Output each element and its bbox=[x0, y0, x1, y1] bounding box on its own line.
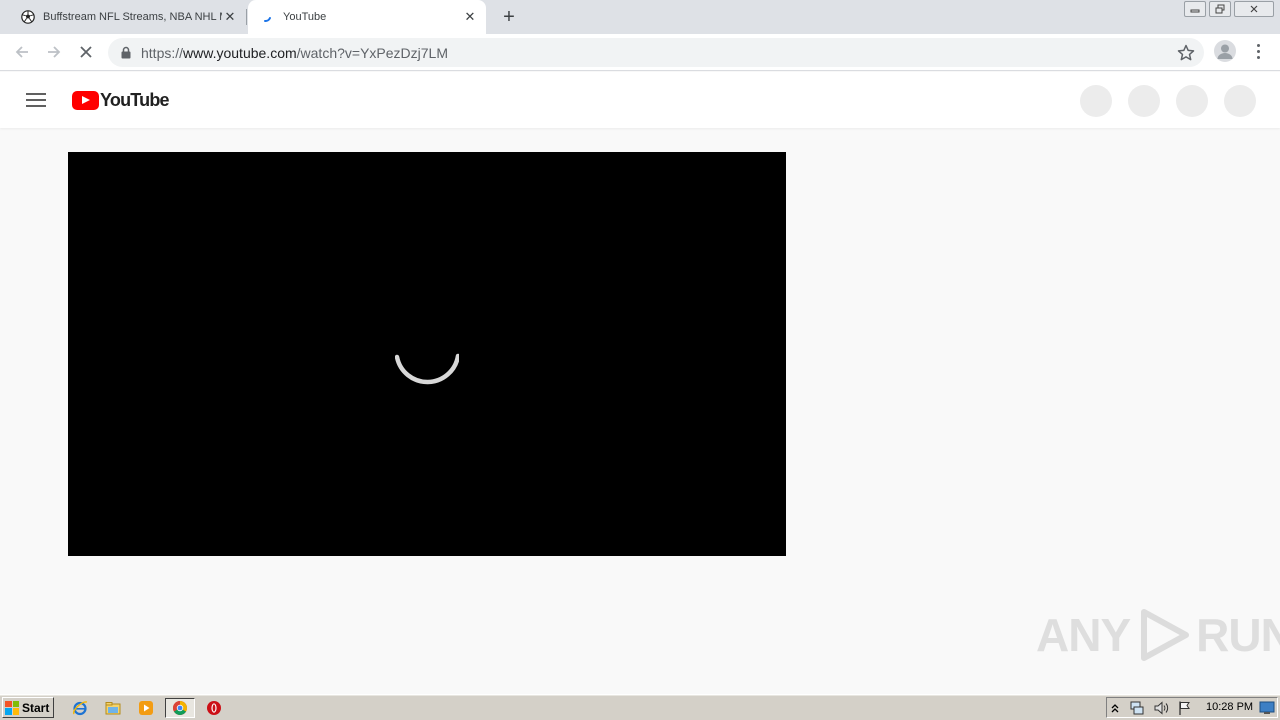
restore-window-button[interactable] bbox=[1209, 1, 1231, 17]
bookmark-star-icon[interactable] bbox=[1176, 43, 1196, 63]
address-bar[interactable]: https://www.youtube.com/watch?v=YxPezDzj… bbox=[108, 38, 1204, 67]
close-icon bbox=[80, 46, 92, 58]
loading-spinner-icon bbox=[395, 353, 459, 385]
browser-menu-icon[interactable] bbox=[1250, 41, 1266, 61]
youtube-masthead: YouTube bbox=[0, 72, 1280, 128]
lock-icon bbox=[121, 46, 131, 59]
volume-icon[interactable] bbox=[1150, 698, 1172, 718]
profile-avatar-icon[interactable] bbox=[1214, 40, 1236, 62]
new-tab-button[interactable]: + bbox=[497, 5, 521, 29]
url-scheme: https:// bbox=[141, 45, 184, 61]
explorer-icon[interactable] bbox=[102, 698, 124, 718]
url-text[interactable]: https://www.youtube.com/watch?v=YxPezDzj… bbox=[141, 45, 448, 61]
url-path: /watch?v=YxPezDzj7LM bbox=[296, 45, 448, 61]
show-desktop-icon[interactable] bbox=[1257, 698, 1277, 718]
close-tab-icon[interactable]: ✕ bbox=[462, 9, 478, 25]
loading-spinner-icon bbox=[260, 9, 276, 25]
network-icon[interactable] bbox=[1126, 698, 1148, 718]
forward-arrow-icon bbox=[48, 46, 61, 58]
tab-title: Buffstream NFL Streams, NBA NHL M bbox=[43, 11, 222, 23]
stop-loading-button[interactable] bbox=[73, 39, 99, 65]
start-button[interactable]: Start bbox=[2, 697, 54, 718]
tab-buffstream[interactable]: Buffstream NFL Streams, NBA NHL M ✕ bbox=[8, 0, 246, 34]
url-host: www.youtube.com bbox=[183, 45, 297, 61]
play-triangle-icon bbox=[1141, 609, 1190, 661]
action-center-flag-icon[interactable] bbox=[1174, 698, 1196, 718]
placeholder-button-1[interactable] bbox=[1080, 85, 1112, 117]
minimize-window-button[interactable] bbox=[1184, 1, 1206, 17]
youtube-logo[interactable]: YouTube bbox=[72, 89, 170, 110]
clock[interactable]: 10:28 PM bbox=[1206, 701, 1253, 713]
media-player-icon[interactable] bbox=[135, 698, 157, 718]
placeholder-button-2[interactable] bbox=[1128, 85, 1160, 117]
tab-title: YouTube bbox=[283, 11, 327, 23]
chrome-icon[interactable] bbox=[165, 698, 195, 718]
guide-menu-icon[interactable] bbox=[26, 93, 46, 107]
show-hidden-icons-icon[interactable] bbox=[1106, 698, 1124, 718]
close-window-button[interactable] bbox=[1234, 1, 1274, 17]
windows-logo-icon bbox=[5, 700, 19, 715]
tab-separator bbox=[246, 9, 247, 25]
close-tab-icon[interactable]: ✕ bbox=[222, 9, 238, 25]
windows-taskbar: Start 10:28 PM bbox=[0, 694, 1280, 720]
browser-toolbar: https://www.youtube.com/watch?v=YxPezDzj… bbox=[0, 34, 1280, 71]
back-arrow-icon bbox=[15, 46, 28, 58]
ie-icon[interactable] bbox=[69, 698, 91, 718]
watermark-left: ANY bbox=[1036, 609, 1131, 661]
youtube-logo-text: YouTube bbox=[100, 89, 170, 110]
tab-youtube[interactable]: YouTube ✕ bbox=[248, 0, 486, 34]
opera-icon[interactable] bbox=[203, 698, 225, 718]
soccer-ball-icon bbox=[20, 9, 36, 25]
anyrun-watermark: ANY RUN bbox=[1036, 606, 1280, 664]
video-player[interactable] bbox=[68, 152, 786, 556]
back-button[interactable] bbox=[9, 39, 35, 65]
placeholder-button-4[interactable] bbox=[1224, 85, 1256, 117]
youtube-play-icon bbox=[72, 90, 99, 110]
forward-button[interactable] bbox=[41, 39, 67, 65]
watermark-right: RUN bbox=[1196, 609, 1280, 661]
start-label: Start bbox=[22, 700, 50, 715]
tab-strip: Buffstream NFL Streams, NBA NHL M ✕ YouT… bbox=[0, 0, 1280, 34]
placeholder-button-3[interactable] bbox=[1176, 85, 1208, 117]
